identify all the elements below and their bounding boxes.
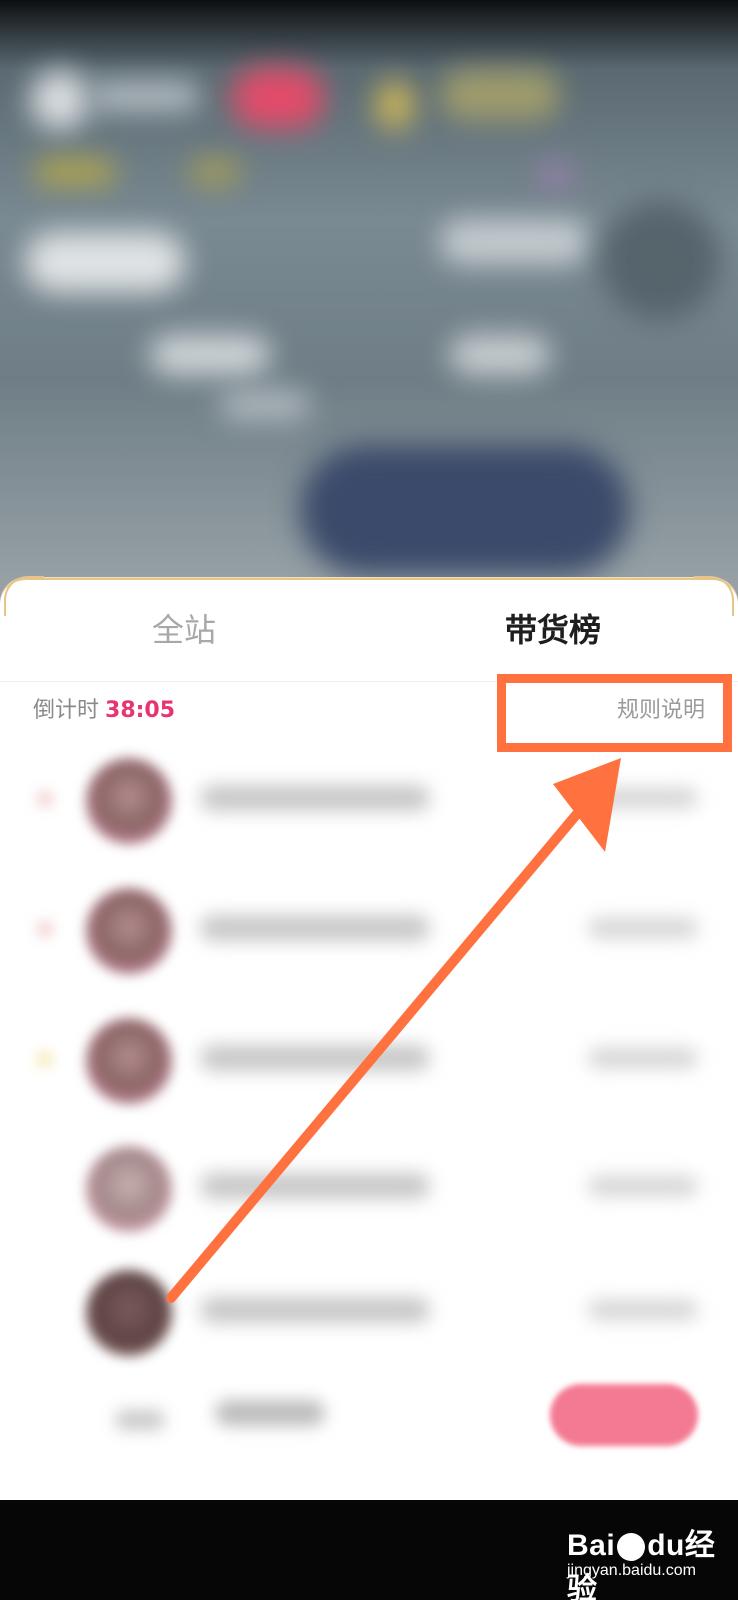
arrow-icon	[166, 758, 621, 1303]
watermark-brand-left: Bai	[567, 1529, 616, 1562]
watermark-url: jingyan.baidu.com	[567, 1562, 696, 1579]
paw-icon	[617, 1533, 646, 1562]
watermark: Bai du经验 jingyan.baidu.com	[555, 1520, 725, 1600]
watermark-brand-mid: du	[647, 1529, 685, 1562]
watermark-logo: Bai du经验	[567, 1520, 725, 1600]
